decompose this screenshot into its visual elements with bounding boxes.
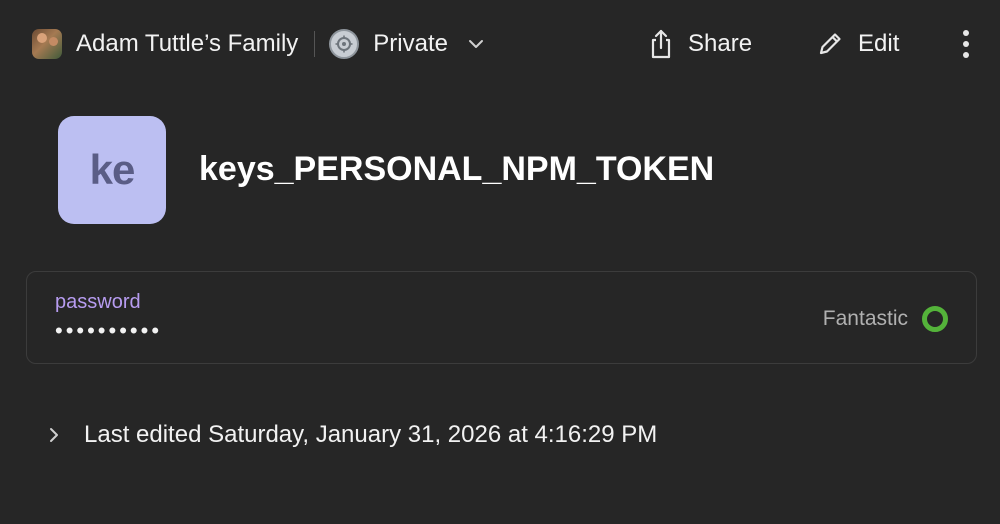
- chevron-down-icon: [469, 40, 483, 48]
- vault-avatar-icon: [32, 29, 62, 59]
- field-label: password: [55, 291, 141, 313]
- password-strength: Fantastic: [823, 306, 948, 332]
- item-title: keys_PERSONAL_NPM_TOKEN: [199, 150, 715, 188]
- toolbar-divider: [314, 31, 316, 57]
- more-options-button[interactable]: [956, 28, 976, 60]
- item-icon: ke: [58, 116, 166, 224]
- edit-history-toggle[interactable]: Last edited Saturday, January 31, 2026 a…: [46, 420, 657, 450]
- pencil-icon: [819, 33, 841, 55]
- share-icon: [651, 29, 671, 59]
- item-icon-initials: ke: [89, 146, 136, 193]
- share-button[interactable]: Share: [648, 28, 752, 60]
- more-vertical-icon: [963, 30, 969, 58]
- last-edited-label: Last edited Saturday, January 31, 2026 a…: [84, 421, 658, 448]
- chevron-right-icon: [50, 428, 58, 442]
- item-toolbar: Adam Tuttle’s Family Private Share Edit: [0, 0, 1000, 88]
- edit-button[interactable]: Edit: [816, 28, 899, 60]
- vault-lock-icon: [329, 29, 360, 59]
- password-field[interactable]: password •••••••••• Fantastic: [26, 271, 977, 364]
- share-label: Share: [688, 30, 753, 57]
- privacy-label: Private: [373, 30, 448, 57]
- password-value[interactable]: ••••••••••: [55, 318, 162, 344]
- vault-name: Adam Tuttle’s Family: [76, 30, 299, 57]
- vault-selector[interactable]: Adam Tuttle’s Family Private: [32, 28, 486, 60]
- strength-ring-icon: [922, 306, 948, 332]
- edit-label: Edit: [858, 30, 900, 57]
- privacy-dropdown[interactable]: Private: [329, 29, 486, 59]
- strength-label: Fantastic: [822, 307, 908, 330]
